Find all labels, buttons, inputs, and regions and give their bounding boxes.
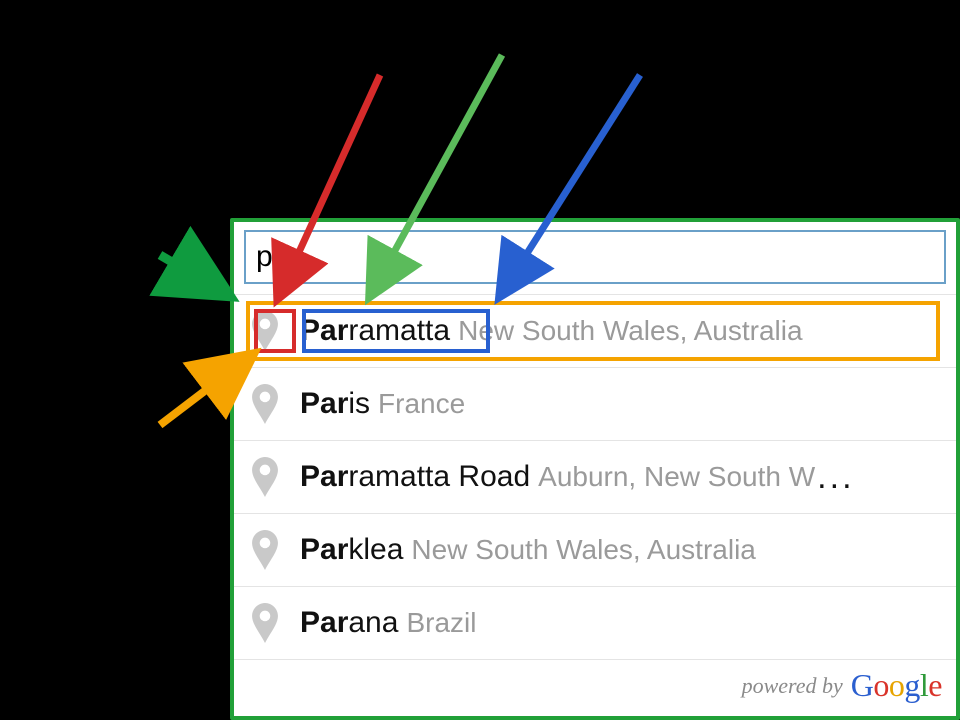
pin-icon <box>248 603 282 643</box>
suggestion-list: ParramattaNew South Wales, Australia Par… <box>234 294 956 659</box>
suggestion-item-1[interactable]: ParisFrance <box>234 367 956 440</box>
secondary-text: France <box>378 388 465 420</box>
match-text: Par <box>300 460 348 494</box>
match-text: Par <box>300 387 348 421</box>
secondary-text: Brazil <box>406 607 476 639</box>
suggestion-item-3[interactable]: ParkleaNew South Wales, Australia <box>234 513 956 586</box>
suggestion-item-2[interactable]: Parramatta RoadAuburn, New South W... <box>234 440 956 513</box>
rest-text: klea <box>348 533 403 567</box>
secondary-text: Auburn, New South W <box>538 461 815 493</box>
pin-icon <box>248 457 282 497</box>
pin-icon <box>248 530 282 570</box>
search-wrap <box>234 222 956 294</box>
search-input[interactable] <box>244 230 946 284</box>
rest-text: ramatta <box>348 314 450 348</box>
rest-text: ana <box>348 606 398 640</box>
rest-text: is <box>348 387 370 421</box>
rest-text: ramatta Road <box>348 460 530 494</box>
suggestion-item-4[interactable]: ParanaBrazil <box>234 586 956 659</box>
secondary-text: New South Wales, Australia <box>458 315 802 347</box>
secondary-text: New South Wales, Australia <box>411 534 755 566</box>
match-text: Par <box>300 533 348 567</box>
pin-icon <box>248 384 282 424</box>
match-text: Par <box>300 606 348 640</box>
arrow-darkgreen <box>160 255 228 295</box>
attribution: powered by Google <box>234 659 956 711</box>
google-logo: Google <box>851 667 942 704</box>
pin-icon <box>248 311 282 351</box>
match-text: Par <box>300 314 348 348</box>
suggestion-item-0[interactable]: ParramattaNew South Wales, Australia <box>234 294 956 367</box>
autocomplete-widget: ParramattaNew South Wales, Australia Par… <box>230 218 960 720</box>
ellipsis-icon: ... <box>817 458 854 497</box>
attribution-prefix: powered by <box>742 673 843 699</box>
